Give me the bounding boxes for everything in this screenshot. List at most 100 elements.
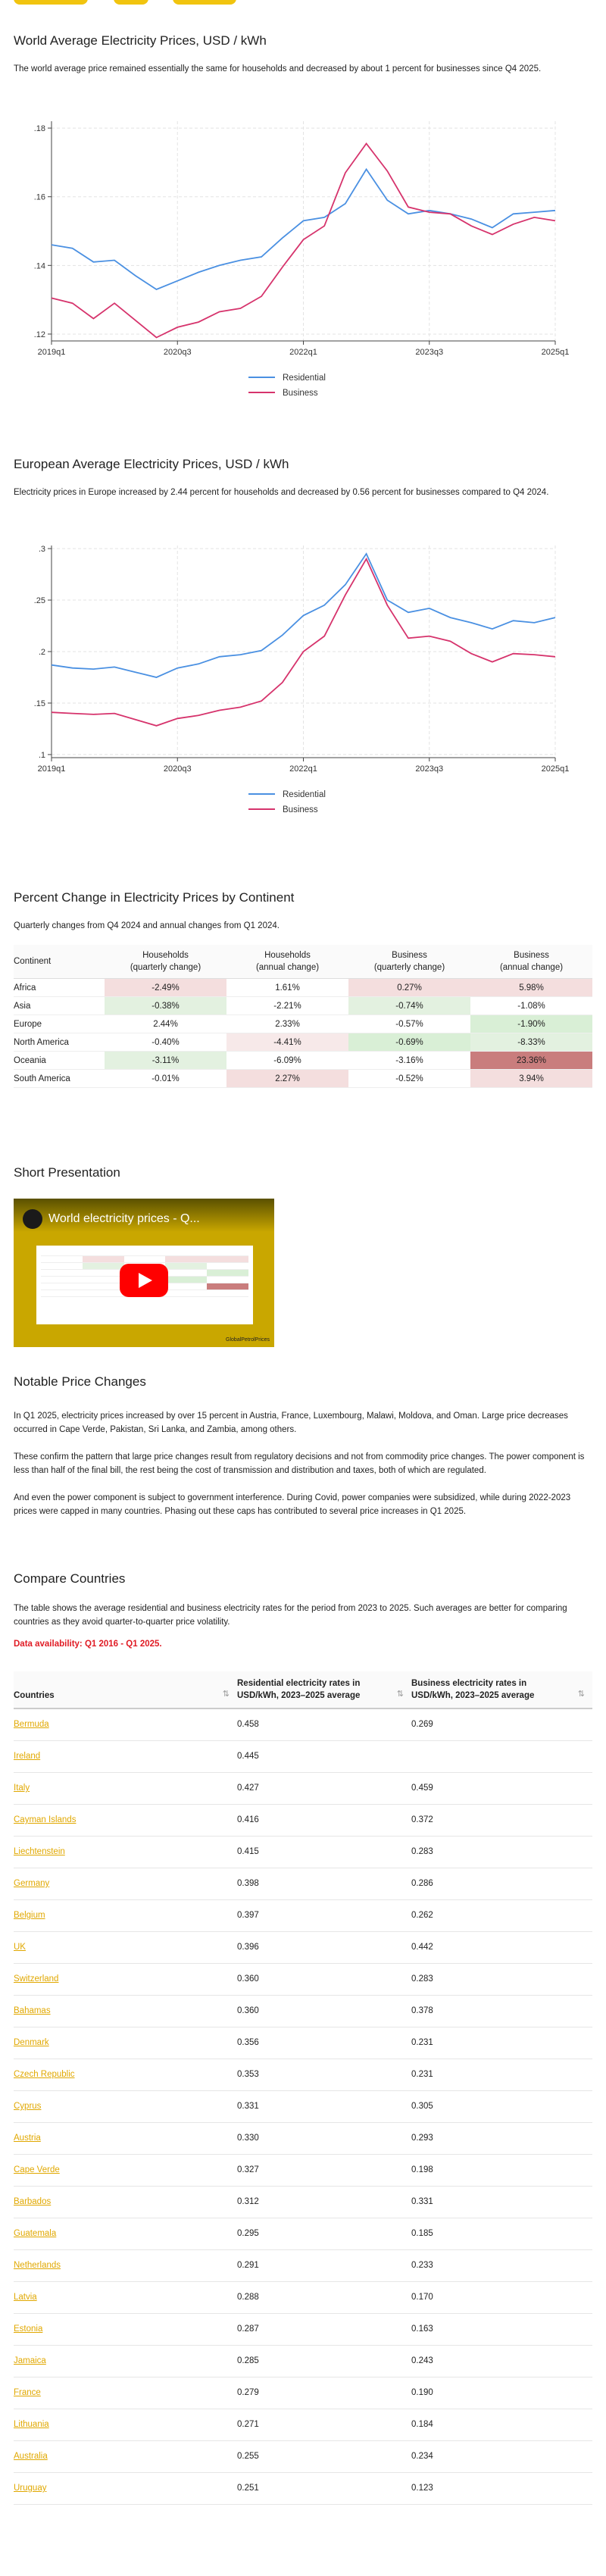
table-row: UK 0.396 0.442 [14,1931,592,1964]
europe-section: European Average Electricity Prices, USD… [14,457,592,499]
rate-cell: 0.459 [411,1772,592,1805]
table-row: Jamaica 0.285 0.243 [14,2345,592,2377]
data-availability-note: Data availability: Q1 2016 - Q1 2025. [14,1640,162,1649]
rate-cell: 0.442 [411,1931,592,1964]
continent-description: Quarterly changes from Q4 2024 and annua… [14,921,280,930]
rate-cell: 0.279 [237,2377,411,2409]
country-link[interactable]: Belgium [14,1911,45,1920]
country-link[interactable]: Austria [14,2134,41,2143]
country-link[interactable]: Uruguay [14,2484,46,2493]
continent-cell: 2.33% [226,1014,348,1033]
country-cell: Lithuania [14,2409,237,2441]
country-link[interactable]: Bahamas [14,2006,51,2015]
country-link[interactable]: Latvia [14,2293,37,2302]
country-cell: France [14,2377,237,2409]
sort-icon[interactable]: ⇅ [223,1688,230,1700]
table-row: Austria 0.330 0.293 [14,2122,592,2155]
continent-cell: Oceania [14,1051,105,1070]
europe-price-chart: .1 .15 .2 .25 .3 2019q1 2020q3 2022q1 2023q3 2025… [34,545,570,814]
country-link[interactable]: Cyprus [14,2102,41,2111]
nav-pill[interactable] [14,0,88,5]
rate-cell: 0.305 [411,2090,592,2123]
country-cell: Estonia [14,2313,237,2346]
country-link[interactable]: Germany [14,1879,49,1888]
country-link[interactable]: Liechtenstein [14,1847,65,1856]
country-link[interactable]: Cayman Islands [14,1815,76,1824]
table-row: Germany 0.398 0.286 [14,1868,592,1900]
country-link[interactable]: Jamaica [14,2356,46,2365]
country-link[interactable]: Netherlands [14,2261,61,2270]
rate-value: 0.427 [237,1784,259,1793]
country-cell: Cayman Islands [14,1804,237,1837]
rate-cell: 0.360 [237,1995,411,2027]
continent-header-2: Households (annual change) [226,945,348,979]
video-player[interactable]: World electricity prices - Q... GlobalPe… [14,1199,274,1347]
sort-icon[interactable]: ⇅ [397,1688,404,1700]
rate-cell: 0.163 [411,2313,592,2346]
rate-value: 0.295 [237,2229,259,2238]
country-cell: Belgium [14,1899,237,1932]
continent-cell: -2.49% [105,978,226,997]
nav-pill[interactable] [173,0,236,5]
rate-cell: 0.360 [237,1963,411,1996]
table-row: Bahamas 0.360 0.378 [14,1995,592,2027]
country-link[interactable]: Cape Verde [14,2165,60,2174]
rate-cell: 0.331 [237,2090,411,2123]
country-cell: Uruguay [14,2472,237,2505]
continent-cell: -1.90% [470,1014,592,1033]
rate-value: 0.291 [237,2261,259,2270]
rate-value: 0.283 [411,1974,433,1984]
rate-value: 0.397 [237,1911,259,1920]
country-link[interactable]: Lithuania [14,2420,49,2429]
rate-cell: 0.293 [411,2122,592,2155]
presentation-section: Short Presentation [14,1165,592,1180]
legend-label: Business [283,389,318,398]
country-link[interactable]: UK [14,1943,26,1952]
country-link[interactable]: Switzerland [14,1974,58,1984]
notable-paragraph: These confirm the pattern that large pri… [14,1452,585,1475]
rate-value: 0.231 [411,2070,433,2079]
table-row: Czech Republic 0.353 0.231 [14,2059,592,2091]
country-link[interactable]: Australia [14,2452,48,2461]
countries-header-2[interactable]: Business electricity rates in USD/kWh, 2… [411,1671,592,1709]
rate-cell: 0.283 [411,1836,592,1868]
rate-cell: 0.285 [237,2345,411,2377]
continent-table: Continent Households (quarterly change) Ho… [14,945,592,1088]
country-link[interactable]: Ireland [14,1752,40,1761]
continent-row: Asia -0.38% -2.21% -0.74% -1.08% [14,996,592,1015]
video-title[interactable]: World electricity prices - Q... [48,1212,200,1226]
table-row: Switzerland 0.360 0.283 [14,1963,592,1996]
country-link[interactable]: Bermuda [14,1720,49,1729]
rate-value: 0.286 [411,1879,433,1888]
rate-value: 0.330 [237,2134,259,2143]
x-tick-label: 2025q1 [542,348,570,357]
country-link[interactable]: Denmark [14,2038,49,2047]
rate-value: 0.255 [237,2452,259,2461]
rate-cell: 0.231 [411,2059,592,2091]
country-cell: Australia [14,2440,237,2473]
rate-value: 0.378 [411,2006,433,2015]
rate-cell: 0.445 [237,1740,411,1773]
country-link[interactable]: Barbados [14,2197,51,2206]
rate-value: 0.459 [411,1784,433,1793]
continent-header-4: Business (annual change) [470,945,592,979]
nav-pill[interactable] [114,0,148,5]
rate-cell: 0.291 [237,2249,411,2282]
country-link[interactable]: Guatemala [14,2229,56,2238]
rate-cell: 0.233 [411,2249,592,2282]
rate-cell: 0.251 [237,2472,411,2505]
x-tick-label: 2025q1 [542,764,570,774]
countries-header-1[interactable]: Residential electricity rates in USD/kWh… [237,1671,411,1709]
play-button-icon[interactable] [120,1264,168,1297]
country-link[interactable]: Estonia [14,2324,42,2334]
country-link[interactable]: France [14,2388,41,2397]
country-link[interactable]: Czech Republic [14,2070,75,2079]
table-row: Denmark 0.356 0.231 [14,2027,592,2059]
sort-icon[interactable]: ⇅ [578,1688,585,1700]
compare-section: Compare Countries The table shows the av… [14,1571,592,2505]
continent-cell: -4.41% [226,1033,348,1052]
country-link[interactable]: Italy [14,1784,30,1793]
continent-header-0: Continent [14,945,105,979]
world-title: World Average Electricity Prices, USD / … [14,33,267,48]
countries-header-0[interactable]: Countries ⇅ [14,1671,237,1709]
